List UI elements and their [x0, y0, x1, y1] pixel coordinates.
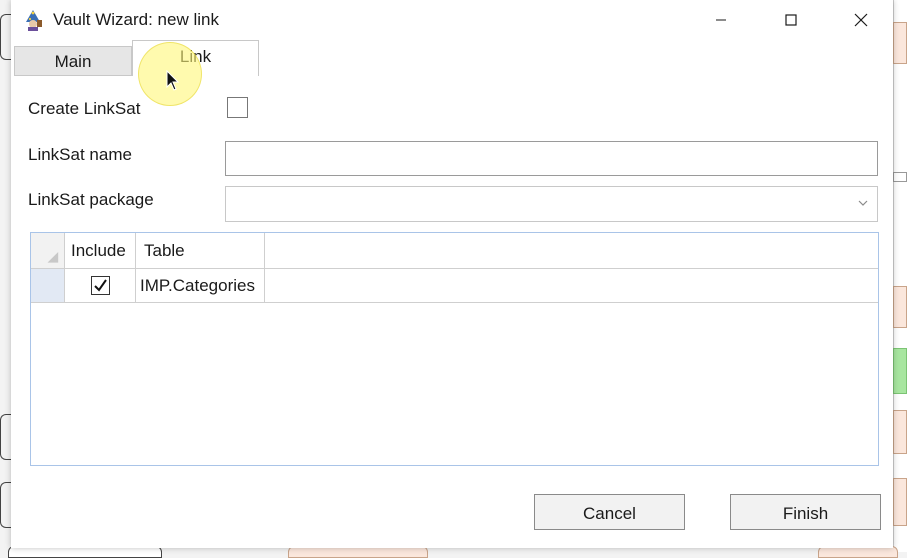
- background-node: [893, 22, 907, 64]
- background-node: [0, 414, 11, 460]
- create-linksat-label: Create LinkSat: [28, 99, 141, 118]
- wizard-app-icon: [26, 10, 42, 31]
- maximize-button[interactable]: [761, 0, 821, 40]
- linksat-name-label: LinkSat name: [28, 145, 132, 164]
- background-node: [0, 482, 11, 528]
- minimize-button[interactable]: [691, 0, 751, 40]
- background-node: [893, 348, 907, 394]
- checkmark-icon: [93, 279, 107, 292]
- window-title: Vault Wizard: new link: [53, 10, 219, 29]
- create-linksat-checkbox[interactable]: [227, 97, 248, 118]
- background-node: [893, 410, 907, 454]
- background-node: [893, 478, 907, 526]
- finish-button[interactable]: Finish: [730, 494, 881, 530]
- background-node: [893, 172, 907, 182]
- column-header-table[interactable]: Table: [136, 233, 265, 268]
- title-bar[interactable]: Vault Wizard: new link: [11, 0, 893, 40]
- grid-header: Include Table: [31, 233, 878, 269]
- include-checkbox[interactable]: [90, 276, 110, 295]
- background-node: [893, 286, 907, 328]
- column-header-include[interactable]: Include: [65, 233, 136, 268]
- tab-main[interactable]: Main: [14, 46, 132, 76]
- vault-wizard-dialog: Vault Wizard: new link Main Link Create …: [11, 0, 893, 548]
- chevron-down-icon[interactable]: [857, 197, 869, 209]
- table-row[interactable]: IMP.Categories: [31, 269, 878, 303]
- background-app-edge: [893, 0, 907, 552]
- linksat-package-label: LinkSat package: [28, 190, 154, 209]
- grid-select-all-corner[interactable]: [31, 233, 65, 268]
- close-button[interactable]: [831, 0, 891, 40]
- row-table-cell[interactable]: IMP.Categories: [136, 269, 265, 302]
- linksat-package-select[interactable]: [225, 186, 878, 222]
- background-node: [0, 14, 11, 60]
- close-icon: [854, 13, 868, 27]
- cancel-button[interactable]: Cancel: [534, 494, 685, 530]
- mouse-cursor-icon: [166, 70, 180, 91]
- minimize-icon: [716, 19, 726, 21]
- maximize-icon: [785, 14, 797, 26]
- row-include-cell[interactable]: [65, 269, 136, 302]
- tables-grid[interactable]: Include Table IMP.Categories: [30, 232, 879, 466]
- corner-triangle-icon: [47, 251, 59, 263]
- linksat-name-input[interactable]: [225, 141, 878, 176]
- row-selector[interactable]: [31, 269, 65, 302]
- tab-divider: [14, 75, 132, 76]
